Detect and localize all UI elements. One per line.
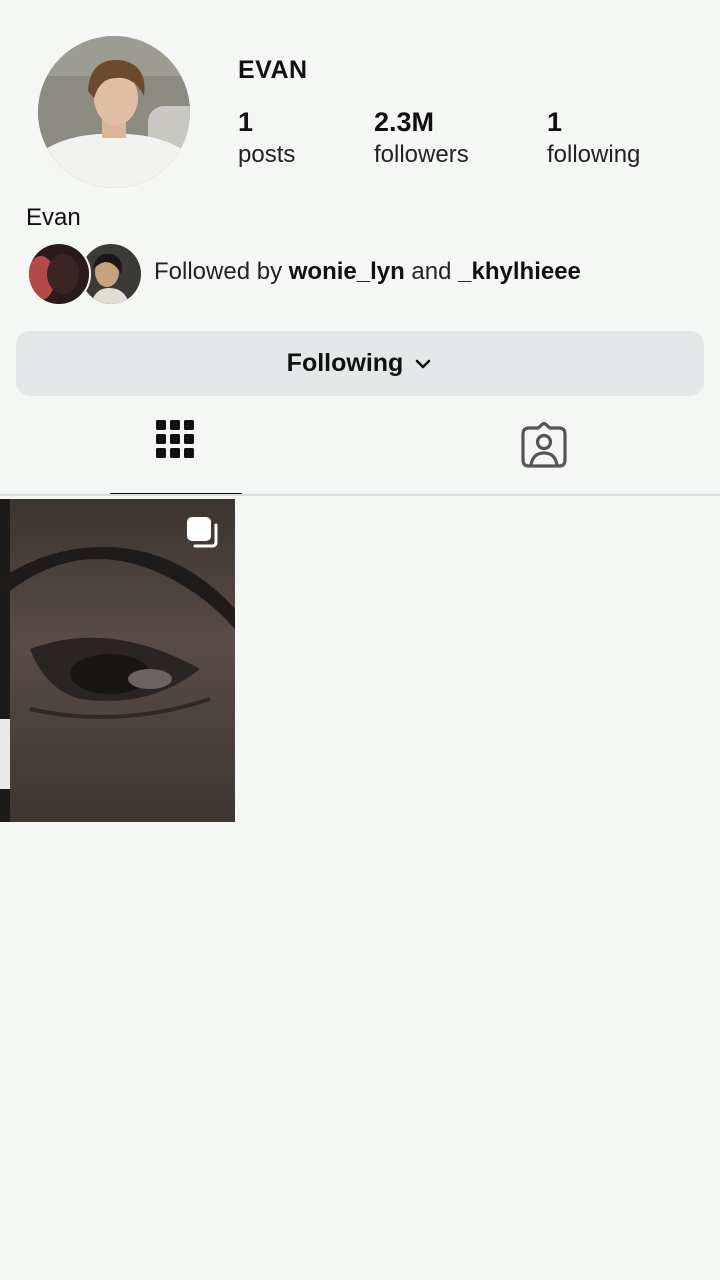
profile-page: EVAN 1 posts 2.3M followers 1 following … [0,0,720,1280]
multiple-photos-icon [187,517,218,548]
followers-count: 2.3M [374,107,435,137]
followed-by-prefix: Followed by [154,258,289,285]
chevron-down-icon [416,359,431,368]
mutual-avatar-1 [27,242,91,306]
posts-label: posts [238,141,296,168]
following-button-label: Following [286,349,404,377]
following-count: 1 [547,107,563,137]
stat-followers[interactable]: 2.3M followers [374,106,469,172]
avatar-photo [38,36,190,188]
stat-following[interactable]: 1 following [547,106,640,172]
tabs-divider [0,494,720,496]
following-label: following [547,141,641,168]
followed-by-joiner: and [404,258,459,285]
following-button[interactable]: Following [16,331,704,396]
mutual-avatar-1-photo [29,244,89,304]
tagged-person-icon [521,422,567,468]
posts-count: 1 [238,107,254,137]
profile-username: EVAN [238,56,308,84]
profile-avatar[interactable] [38,36,190,188]
tab-grid[interactable] [110,410,242,496]
followers-label: followers [374,141,469,168]
followed-by-text[interactable]: Followed by wonie_lyn and _khylhieee [154,258,581,286]
stat-posts[interactable]: 1 posts [238,106,295,172]
grid-icon [156,420,194,458]
profile-display-name: Evan [26,204,81,231]
mutual-user-1[interactable]: wonie_lyn [289,258,405,285]
mutual-user-2[interactable]: _khylhieee [458,258,581,285]
profile-tabs [0,410,720,496]
mutual-followers-avatars[interactable] [27,242,143,306]
tab-tagged[interactable] [478,410,610,496]
post-tile[interactable] [0,499,235,822]
